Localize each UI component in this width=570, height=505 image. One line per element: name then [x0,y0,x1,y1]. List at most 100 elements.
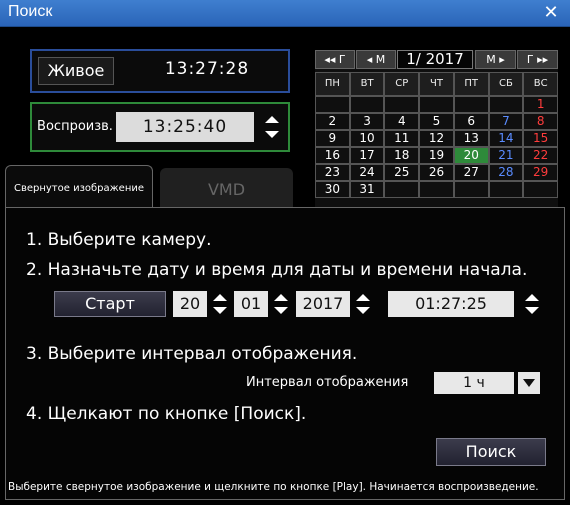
triangle-up-icon [213,294,227,301]
calendar-day[interactable]: 7 [488,113,524,130]
prev-month-button[interactable]: ◂ М [356,50,396,69]
calendar-empty-cell [488,181,524,198]
window-title: Поиск [8,3,53,20]
triangle-down-icon [525,307,539,314]
stepper-down-button[interactable] [209,304,231,317]
calendar-day[interactable]: 13 [453,130,489,147]
start-button[interactable]: Старт [54,291,166,317]
calendar-day[interactable]: 29 [523,164,558,181]
search-panel: 1. Выберите камеру. 2. Назначьте дату и … [5,207,565,500]
interval-dropdown-button[interactable] [518,372,540,394]
live-button[interactable]: Живое [38,57,114,85]
live-panel: Живое 13:27:28 [30,49,290,93]
stepper-down-button[interactable] [270,304,292,317]
triangle-down-icon [274,307,288,314]
calendar-day[interactable]: 20 [453,147,489,164]
time-stepper[interactable] [520,291,544,317]
calendar-day[interactable]: 4 [384,113,420,130]
stepper-down-button[interactable] [352,304,374,317]
calendar-day[interactable]: 12 [419,130,454,147]
triangle-up-icon [525,294,539,301]
calendar-day[interactable]: 2 [315,113,350,130]
calendar-day[interactable]: 31 [349,181,385,198]
calendar-day[interactable]: 26 [419,164,454,181]
triangle-down-icon [265,131,279,138]
calendar-day[interactable]: 16 [315,147,350,164]
calendar-day[interactable]: 3 [349,113,385,130]
calendar-day[interactable]: 8 [523,113,558,130]
live-time: 13:27:28 [164,59,250,79]
calendar-month-year: 1/ 2017 [397,50,473,69]
calendar-empty-cell [453,96,489,113]
year-stepper[interactable] [352,291,374,317]
triangle-down-icon [356,307,370,314]
calendar: ◂◂ Г ◂ М 1/ 2017 М ▸ Г ▸▸ ПН ВТ СР ЧТ ПТ СБ ВС… [315,50,558,213]
prev-year-button[interactable]: ◂◂ Г [315,50,355,69]
stepper-up-button[interactable] [270,291,292,304]
interval-label: Интервал отображения [246,375,409,390]
calendar-day[interactable]: 15 [523,130,558,147]
tab-thumbnail[interactable]: Свернутое изображение [5,165,153,207]
calendar-day[interactable]: 6 [453,113,489,130]
stepper-up-button[interactable] [352,291,374,304]
calendar-day[interactable]: 10 [349,130,385,147]
next-month-button[interactable]: М ▸ [475,50,516,69]
calendar-empty-cell [523,181,558,198]
triangle-down-icon [213,307,227,314]
calendar-weekday: ВС [523,72,558,96]
calendar-empty-cell [453,181,489,198]
title-bar: Поиск ✕ [0,0,570,27]
step-3-text: 3. Выберите интервал отображения. [26,344,358,364]
calendar-weekday: ЧТ [419,72,454,96]
playback-time-stepper[interactable] [258,112,286,142]
stepper-down-button[interactable] [520,304,544,317]
triangle-up-icon [356,294,370,301]
day-stepper[interactable] [209,291,231,317]
start-month-field[interactable]: 01 [234,291,268,317]
start-day-field[interactable]: 20 [173,291,207,317]
calendar-weekday: ПН [315,72,350,96]
calendar-empty-cell [384,96,420,113]
start-year-field[interactable]: 2017 [296,291,350,317]
stepper-up-button[interactable] [209,291,231,304]
start-time-field[interactable]: 01:27:25 [388,291,514,317]
calendar-day[interactable]: 17 [349,147,385,164]
calendar-weekday: ПТ [453,72,489,96]
playback-time-field[interactable]: 13:25:40 [116,112,254,142]
close-button[interactable]: ✕ [540,3,562,23]
calendar-day[interactable]: 14 [488,130,524,147]
month-stepper[interactable] [270,291,292,317]
calendar-day[interactable]: 22 [523,147,558,164]
stepper-up-button[interactable] [258,112,286,127]
calendar-day[interactable]: 25 [384,164,420,181]
calendar-day[interactable]: 28 [488,164,524,181]
calendar-empty-cell [419,96,454,113]
calendar-empty-cell [315,96,350,113]
interval-select[interactable]: 1 ч [434,372,514,394]
calendar-day[interactable]: 30 [315,181,350,198]
calendar-day[interactable]: 5 [419,113,454,130]
calendar-day[interactable]: 1 [523,96,558,113]
calendar-day[interactable]: 23 [315,164,350,181]
calendar-day[interactable]: 27 [453,164,489,181]
tab-vmd[interactable]: VMD [160,168,293,207]
chevron-down-icon [523,379,535,387]
triangle-up-icon [274,294,288,301]
calendar-empty-cell [384,181,420,198]
calendar-day[interactable]: 19 [419,147,454,164]
calendar-day[interactable]: 9 [315,130,350,147]
step-1-text: 1. Выберите камеру. [26,230,212,250]
calendar-empty-cell [419,181,454,198]
stepper-up-button[interactable] [520,291,544,304]
calendar-grid: ПН ВТ СР ЧТ ПТ СБ ВС 1 2 3 4 5 6 7 8 9 10 11 12 13 14 15 16 17 1… [315,72,558,198]
search-button[interactable]: Поиск [436,438,546,466]
calendar-day[interactable]: 24 [349,164,385,181]
calendar-day[interactable]: 18 [384,147,420,164]
triangle-up-icon [265,116,279,123]
close-icon: ✕ [543,2,559,23]
calendar-empty-cell [488,96,524,113]
stepper-down-button[interactable] [258,127,286,142]
calendar-day[interactable]: 11 [384,130,420,147]
calendar-day[interactable]: 21 [488,147,524,164]
next-year-button[interactable]: Г ▸▸ [517,50,558,69]
